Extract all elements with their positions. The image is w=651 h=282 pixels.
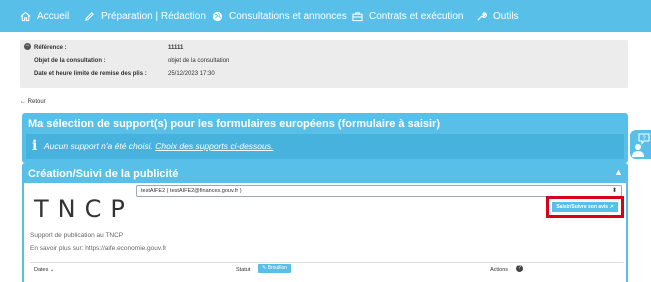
saisir-suivre-button[interactable]: Saisir/Suivre son avis ↗ [552,202,618,212]
home-icon [20,11,31,21]
consultation-info-panel: − Référence : 11111 Objet de la consulta… [20,40,628,88]
pencil-icon [85,11,94,21]
nav-home[interactable]: Accueil [20,0,69,32]
brouillon-label: Brouillon [267,265,288,271]
no-support-message: Aucun support n'a été choisi. Choix des … [44,141,273,151]
nav-consultations-label: Consultations et annonces [229,10,347,22]
help-icon[interactable]: ? [516,265,523,272]
nav-consultations[interactable]: Consultations et annonces [212,0,347,32]
nav-preparation-label: Préparation | Rédaction [101,10,206,22]
support-account-value: testAIFE2 ( testAIFE2@finances.gouv.fr ) [141,188,242,194]
saisir-suivre-label: Saisir/Suivre son avis [556,204,609,210]
chevron-down-icon: ⬍ [611,188,617,194]
wrench-icon [477,11,487,21]
objet-label: Objet de la consultation : [34,58,106,64]
publicity-panel: Création/Suivi de la publicité ▲ TNCP te… [22,163,628,282]
support-selection-title: Ma sélection de support(s) pour les form… [28,118,440,130]
help-chat-button[interactable]: ? [630,130,651,159]
nav-outils[interactable]: Outils [476,0,519,32]
table-header: Dates ⌄ Statut ✎ Brouillon Actions ? [30,262,624,276]
top-nav: Accueil Préparation | Rédaction Consulta… [0,0,651,32]
nav-outils-label: Outils [493,10,519,22]
back-link[interactable]: ← Retour [20,99,46,105]
support-selection-body: i Aucun support n'a été choisi. Choix de… [26,134,624,159]
globe-icon [212,11,223,21]
nav-contrats[interactable]: Contrats et exécution [352,0,464,32]
nav-preparation[interactable]: Préparation | Rédaction [84,0,206,32]
chat-user-icon: ? [632,133,650,157]
highlight-box: Saisir/Suivre son avis ↗ [546,196,624,218]
date-value: 25/12/2023 17:30 [168,71,215,77]
choose-supports-link[interactable]: Choix des supports ci-dessous. [155,141,273,151]
objet-value: objet de la consultation [168,58,230,64]
chevron-up-icon[interactable]: ▲ [614,167,623,177]
actions-column-header: Actions [490,267,509,273]
dates-header-label: Dates [34,267,49,273]
reference-value: 11111 [168,45,184,51]
external-link-icon: ↗ [609,204,614,210]
nav-contrats-label: Contrats et exécution [369,10,464,22]
collapse-icon[interactable]: − [24,43,31,50]
reference-label: Référence : [34,45,67,51]
publicity-body: TNCP testAIFE2 ( testAIFE2@finances.gouv… [24,183,626,282]
nav-home-label: Accueil [37,10,70,22]
publicity-title: Création/Suivi de la publicité [28,168,179,180]
statut-column-header: Statut [236,267,251,273]
briefcase-icon [352,11,363,21]
support-description: Support de publication au TNCP [30,232,124,239]
tncp-logo: TNCP [34,195,134,223]
sort-icon: ⌄ [49,267,55,273]
brouillon-badge[interactable]: ✎ Brouillon [258,264,292,273]
support-more-info: En savoir plus sur: https://aife.economi… [30,245,167,252]
date-label: Date et heure limite de remise des plis … [34,71,147,77]
dates-column-header[interactable]: Dates ⌄ [34,267,55,273]
edit-icon: ✎ [262,265,267,271]
support-selection-panel: Ma sélection de support(s) pour les form… [22,113,628,163]
info-icon: i [32,138,38,154]
no-support-text: Aucun support n'a été choisi. [44,141,153,151]
